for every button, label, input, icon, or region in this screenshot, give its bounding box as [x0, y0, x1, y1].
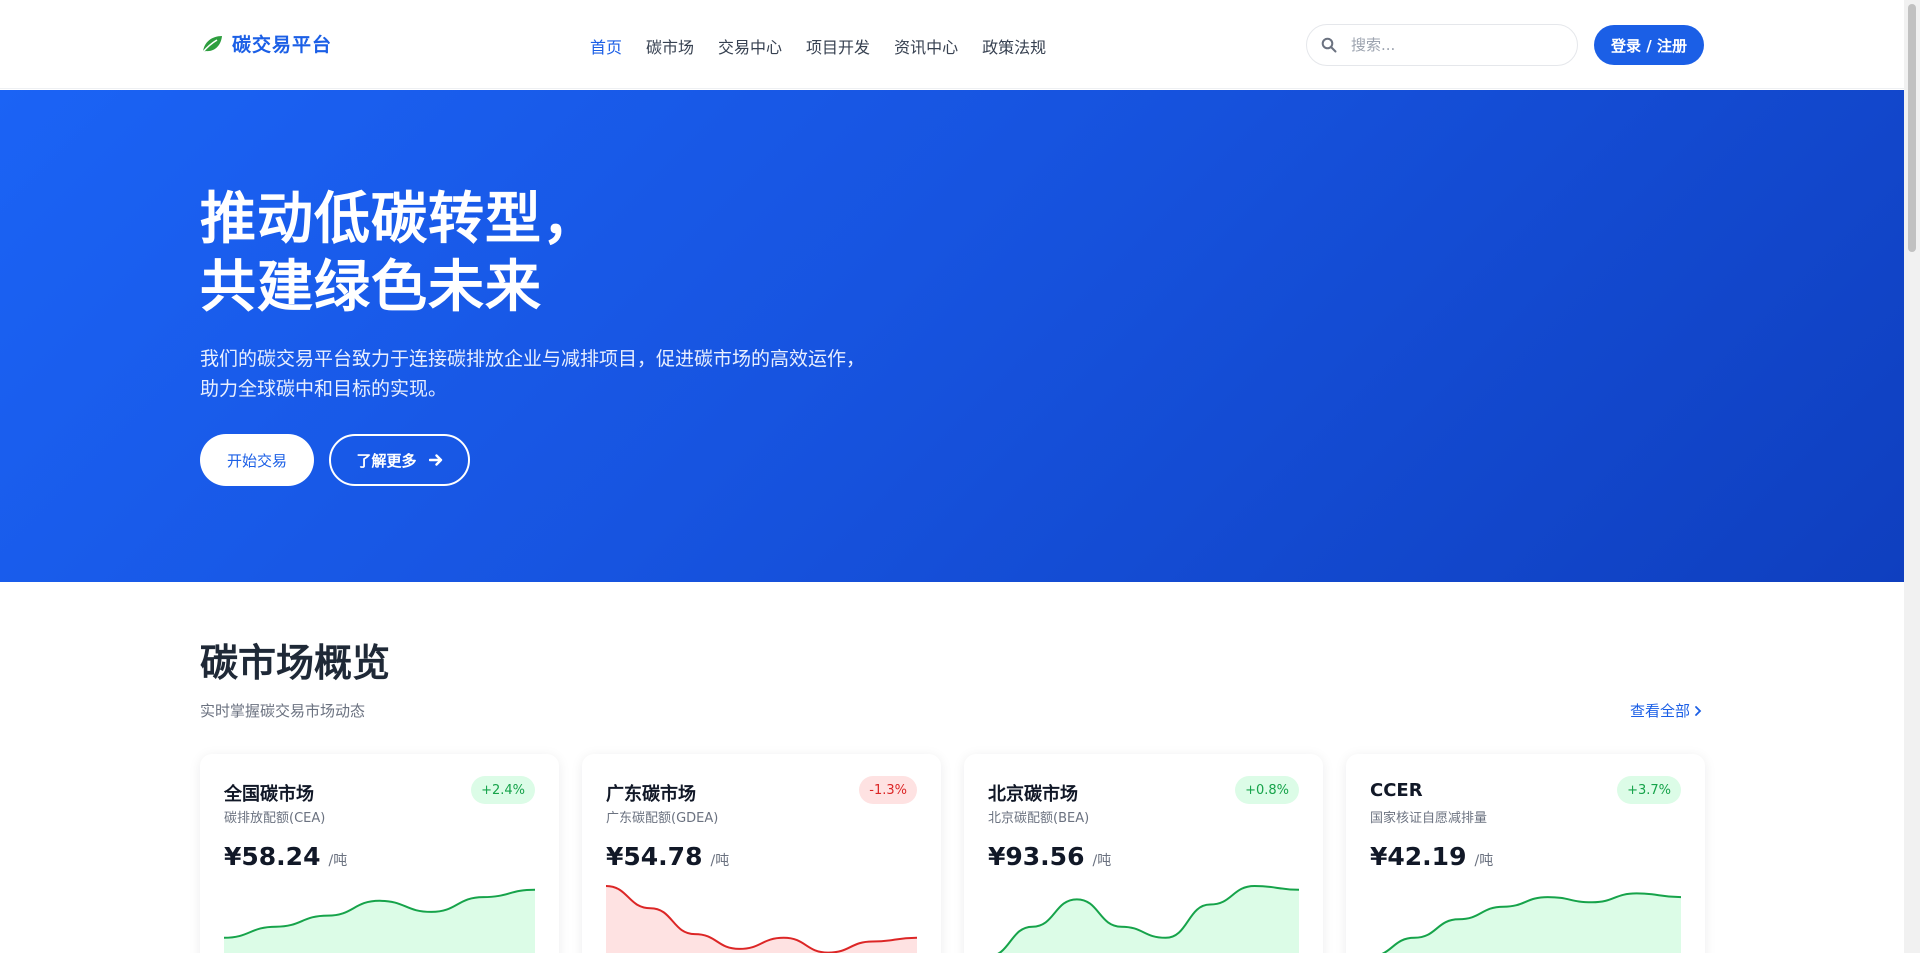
change-badge: +2.4% — [471, 776, 535, 804]
search-input[interactable] — [1351, 36, 1551, 54]
card-desc: 北京碳配额(BEA) — [988, 811, 1090, 826]
card-price: ¥54.78 — [606, 842, 703, 871]
market-cards: 全国碳市场 碳排放配额(CEA) +2.4% ¥58.24 /吨 广东碳市场 广… — [200, 754, 1705, 953]
page-scrollbar[interactable] — [1904, 0, 1920, 953]
market-card-beijing[interactable]: 北京碳市场 北京碳配额(BEA) +0.8% ¥93.56 /吨 — [964, 754, 1323, 953]
price-sparkline — [606, 885, 917, 953]
top-header: 碳交易平台 首页 碳市场 交易中心 项目开发 资讯中心 政策法规 登录 / 注册 — [0, 0, 1904, 89]
card-desc: 国家核证自愿减排量 — [1370, 811, 1488, 826]
market-card-ccer[interactable]: CCER 国家核证自愿减排量 +3.7% ¥42.19 /吨 — [1346, 754, 1705, 953]
market-overview-title: 碳市场概览 — [200, 641, 391, 685]
card-desc: 广东碳配额(GDEA) — [606, 811, 719, 826]
nav-item-home[interactable]: 首页 — [590, 34, 622, 58]
hero-title-line1: 推动低碳转型， — [200, 187, 599, 252]
view-all-link[interactable]: 查看全部 — [1630, 700, 1702, 721]
nav-item-news[interactable]: 资讯中心 — [894, 34, 958, 58]
card-name: 北京碳市场 — [988, 784, 1078, 805]
search-box — [1306, 24, 1578, 66]
arrow-right-icon — [428, 454, 442, 466]
card-price-row: ¥42.19 /吨 — [1370, 842, 1493, 871]
page: 碳交易平台 首页 碳市场 交易中心 项目开发 资讯中心 政策法规 登录 / 注册… — [0, 0, 1904, 953]
market-card-guangdong[interactable]: 广东碳市场 广东碳配额(GDEA) -1.3% ¥54.78 /吨 — [582, 754, 941, 953]
change-badge: +3.7% — [1617, 776, 1681, 804]
card-desc: 碳排放配额(CEA) — [224, 811, 326, 826]
card-price-row: ¥93.56 /吨 — [988, 842, 1111, 871]
hero-title-line2: 共建绿色未来 — [200, 255, 542, 320]
chevron-right-icon — [1695, 705, 1702, 716]
card-unit: /吨 — [710, 853, 730, 869]
scrollbar-thumb[interactable] — [1908, 4, 1916, 252]
hero-title: 推动低碳转型， 共建绿色未来 — [200, 186, 599, 322]
price-sparkline — [996, 884, 1299, 953]
card-name: 广东碳市场 — [606, 784, 696, 805]
hero-banner: 推动低碳转型， 共建绿色未来 我们的碳交易平台致力于连接碳排放企业与减排项目，促… — [0, 90, 1904, 582]
nav-item-policy[interactable]: 政策法规 — [982, 34, 1046, 58]
card-price-row: ¥54.78 /吨 — [606, 842, 729, 871]
price-sparkline — [224, 888, 535, 953]
price-sparkline — [1381, 892, 1681, 953]
change-badge: +0.8% — [1235, 776, 1299, 804]
hero-subtitle: 我们的碳交易平台致力于连接碳排放企业与减排项目，促进碳市场的高效运作，助力全球碳… — [200, 348, 866, 400]
nav-item-project-dev[interactable]: 项目开发 — [806, 34, 870, 58]
learn-more-label: 了解更多 — [356, 451, 417, 470]
leaf-icon — [202, 35, 222, 53]
change-badge: -1.3% — [859, 776, 917, 804]
logo-text: 碳交易平台 — [232, 34, 333, 56]
sparkline-area — [999, 886, 1299, 953]
card-name: 全国碳市场 — [224, 784, 314, 805]
start-trading-button[interactable]: 开始交易 — [200, 434, 314, 486]
card-name: CCER — [1370, 780, 1423, 801]
card-unit: /吨 — [1092, 853, 1112, 869]
card-price: ¥93.56 — [988, 842, 1085, 871]
search-icon — [1321, 37, 1337, 53]
view-all-label: 查看全部 — [1630, 702, 1691, 720]
market-overview-subtitle: 实时掌握碳交易市场动态 — [200, 702, 366, 720]
sparkline-area — [224, 889, 535, 953]
nav-item-trading-center[interactable]: 交易中心 — [718, 34, 782, 58]
market-card-national[interactable]: 全国碳市场 碳排放配额(CEA) +2.4% ¥58.24 /吨 — [200, 754, 559, 953]
card-unit: /吨 — [328, 853, 348, 869]
login-register-button[interactable]: 登录 / 注册 — [1594, 25, 1704, 65]
learn-more-button[interactable]: 了解更多 — [329, 434, 470, 486]
card-unit: /吨 — [1474, 853, 1494, 869]
nav-item-carbon-market[interactable]: 碳市场 — [646, 34, 694, 58]
card-price: ¥58.24 — [224, 842, 321, 871]
card-price-row: ¥58.24 /吨 — [224, 842, 347, 871]
logo[interactable]: 碳交易平台 — [200, 30, 332, 57]
card-price: ¥42.19 — [1370, 842, 1467, 871]
main-nav: 首页 碳市场 交易中心 项目开发 资讯中心 政策法规 — [590, 34, 1046, 58]
